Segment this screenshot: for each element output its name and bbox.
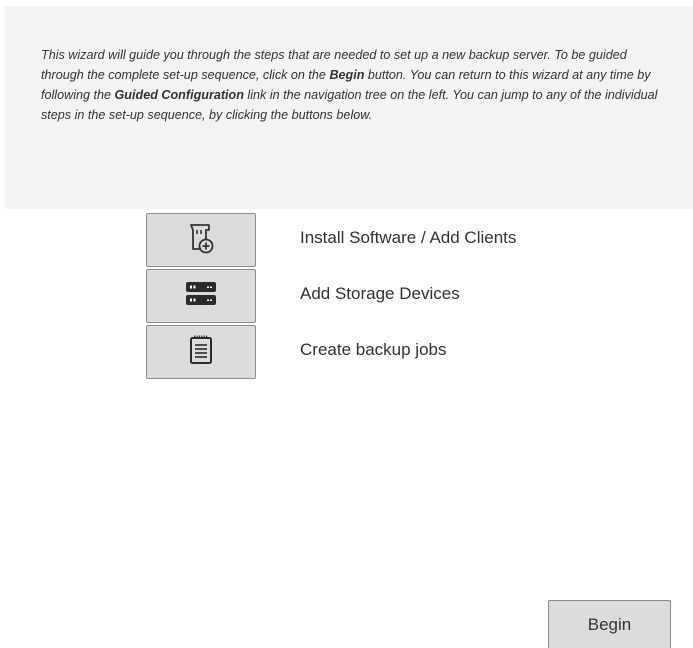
install-software-icon (186, 222, 216, 259)
step-add-storage-devices: Add Storage Devices (146, 269, 666, 323)
add-storage-devices-label: Add Storage Devices (300, 284, 460, 303)
install-software-button[interactable] (146, 213, 256, 267)
step-create-backup-jobs: Create backup jobs (146, 325, 666, 379)
create-backup-jobs-button[interactable] (146, 325, 256, 379)
guided-configuration-wizard: This wizard will guide you through the s… (0, 0, 693, 648)
storage-devices-icon (185, 281, 217, 312)
intro-begin-emphasis: Begin (329, 68, 365, 82)
begin-button[interactable]: Begin (548, 600, 671, 648)
intro-guided-configuration-emphasis: Guided Configuration (114, 88, 244, 102)
create-backup-jobs-label: Create backup jobs (300, 340, 447, 359)
backup-jobs-icon (189, 335, 213, 370)
intro-panel: This wizard will guide you through the s… (5, 6, 693, 209)
step-install-software: Install Software / Add Clients (146, 213, 666, 267)
add-storage-devices-button[interactable] (146, 269, 256, 323)
intro-text: This wizard will guide you through the s… (41, 45, 671, 125)
install-software-label: Install Software / Add Clients (300, 228, 517, 247)
